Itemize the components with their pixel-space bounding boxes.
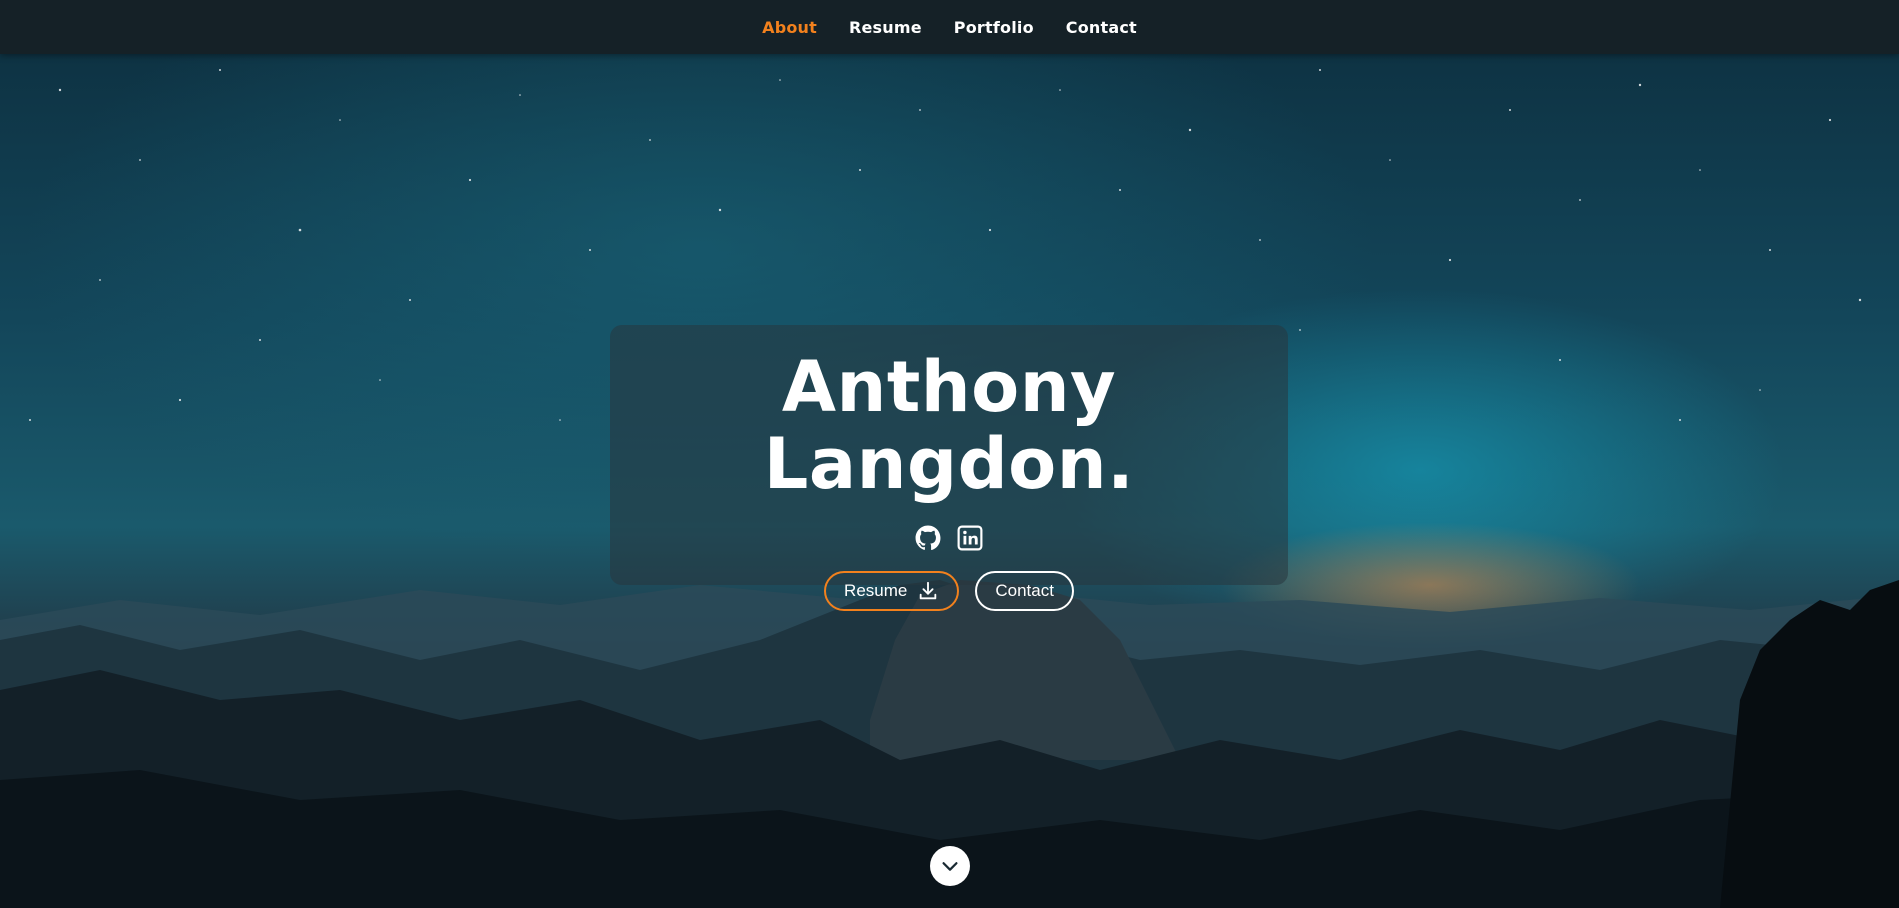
github-icon[interactable]: [915, 525, 941, 551]
contact-button[interactable]: Contact: [975, 571, 1074, 611]
nav-portfolio[interactable]: Portfolio: [954, 18, 1034, 37]
resume-button[interactable]: Resume: [824, 571, 960, 611]
navbar: About Resume Portfolio Contact: [0, 0, 1899, 54]
nav-resume[interactable]: Resume: [849, 18, 922, 37]
download-icon: [920, 581, 937, 600]
hero-buttons: Resume Contact: [610, 571, 1288, 611]
hero-card: Anthony Langdon. Resume Contact: [610, 325, 1288, 611]
hero-title: Anthony Langdon.: [763, 346, 1135, 505]
resume-button-label: Resume: [844, 581, 908, 600]
linkedin-icon[interactable]: [957, 525, 983, 551]
chevron-down-icon: [942, 862, 958, 871]
contact-button-label: Contact: [995, 581, 1054, 600]
nav-about[interactable]: About: [762, 18, 817, 37]
social-links: [610, 525, 1288, 551]
nav-contact[interactable]: Contact: [1066, 18, 1137, 37]
scroll-down-button[interactable]: [930, 846, 970, 886]
